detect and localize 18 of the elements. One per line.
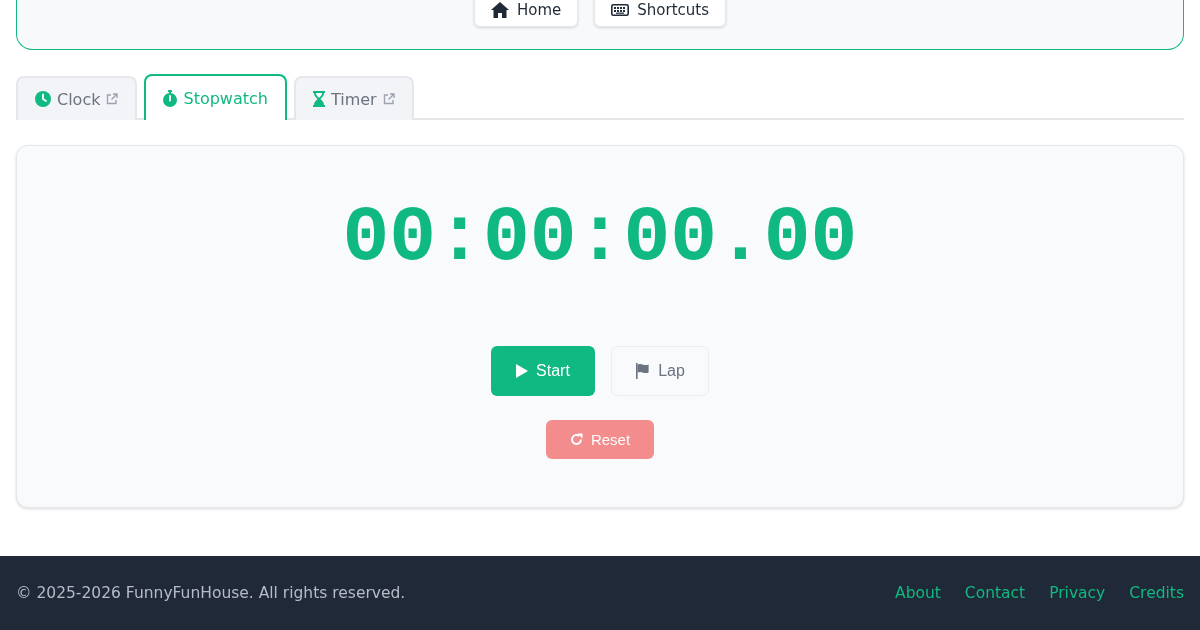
shortcuts-button[interactable]: Shortcuts — [594, 0, 726, 27]
stopwatch-display: 00:00:00.00 — [341, 193, 859, 284]
footer-link[interactable]: Privacy — [1049, 584, 1106, 602]
tab[interactable]: Clock — [16, 76, 138, 120]
hourglass-icon — [312, 91, 325, 107]
reset-icon — [569, 433, 583, 446]
stopwatch-icon — [163, 89, 178, 107]
copyright-text: © 2025-2026 FunnyFunHouse. All rights reserved. — [16, 584, 406, 602]
keyboard-icon — [611, 4, 630, 16]
footer-link[interactable]: Contact — [964, 584, 1026, 602]
tab[interactable]: Timer — [293, 76, 414, 120]
home-icon — [491, 2, 509, 18]
play-icon — [516, 364, 529, 378]
flag-icon — [635, 363, 651, 379]
clock-icon — [35, 91, 51, 107]
footer-link[interactable]: Credits — [1129, 584, 1184, 602]
home-button[interactable]: Home — [474, 0, 579, 27]
footer-link[interactable]: About — [895, 584, 941, 602]
